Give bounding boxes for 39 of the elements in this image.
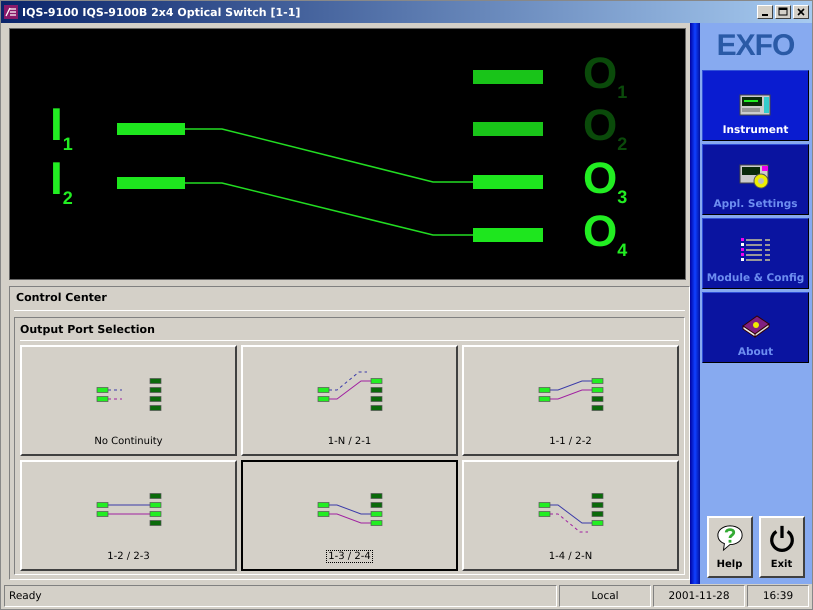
input-label: I$_{2}$: [50, 155, 73, 210]
input-port: [117, 177, 185, 189]
maximize-icon: [778, 7, 788, 17]
list-icon: [740, 236, 772, 264]
status-field: 2001-11-28: [653, 585, 745, 607]
instrument-icon: [738, 94, 772, 116]
port-selection-button[interactable]: 1-3 / 2-4: [241, 460, 458, 571]
app-icon: [4, 5, 18, 19]
input-label: I$_{1}$: [50, 101, 73, 156]
output-label: O$_{2}$: [583, 103, 628, 156]
output-label: O$_{1}$: [583, 51, 628, 104]
close-button[interactable]: [793, 5, 809, 19]
close-icon: [796, 7, 806, 17]
port-selection-button[interactable]: 1-2 / 2-3: [20, 460, 237, 571]
help-icon: [716, 524, 744, 552]
status-field: Ready: [4, 585, 557, 607]
power-icon: [768, 524, 796, 552]
status-field: Local: [559, 585, 651, 607]
port-selection-button[interactable]: No Continuity: [20, 345, 237, 456]
nav-button[interactable]: Module & Config: [702, 218, 809, 289]
minimize-icon: [762, 14, 768, 16]
status-field: 16:39: [747, 585, 809, 607]
nav-button[interactable]: About: [702, 292, 809, 363]
port-selection-button[interactable]: 1-N / 2-1: [241, 345, 458, 456]
minimize-button[interactable]: [757, 5, 773, 19]
help-button[interactable]: Help: [706, 516, 752, 578]
exit-button[interactable]: Exit: [758, 516, 804, 578]
logo: EXFO: [716, 28, 796, 64]
group-title: Output Port Selection: [20, 321, 679, 341]
nav-button[interactable]: Instrument: [702, 70, 809, 141]
output-label: O$_{4}$: [583, 209, 628, 262]
output-label: O$_{3}$: [583, 156, 628, 209]
port-selection-button[interactable]: 1-4 / 2-N: [462, 460, 679, 571]
panel-title: Control Center: [14, 289, 685, 311]
port-selection-button[interactable]: 1-1 / 2-2: [462, 345, 679, 456]
window-title: IQS-9100 IQS-9100B 2x4 Optical Switch [1-1]: [22, 6, 302, 18]
maximize-button[interactable]: [775, 5, 791, 19]
nav-button[interactable]: Appl. Settings: [702, 144, 809, 215]
input-port: [117, 123, 185, 135]
